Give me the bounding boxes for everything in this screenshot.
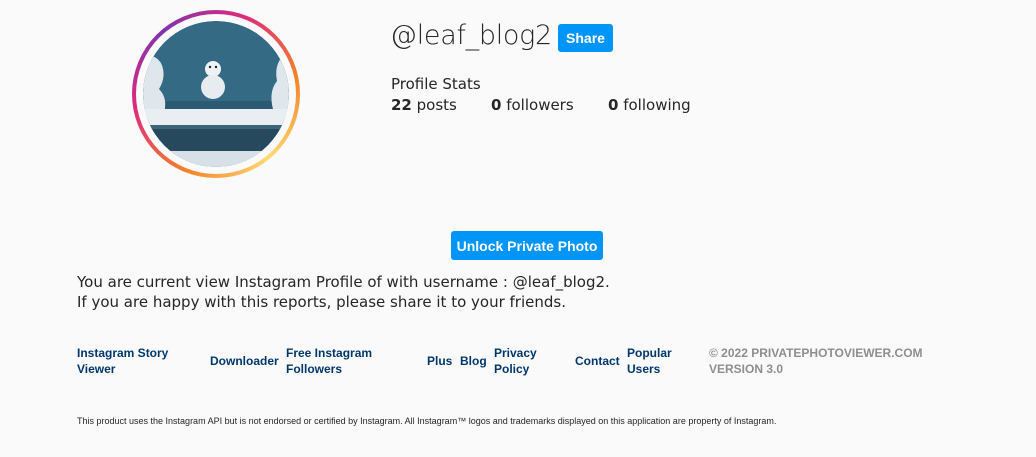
footer-link-privacy-policy[interactable]: Privacy Policy [494,345,544,377]
profile-username: @leaf_blog2 [390,20,552,51]
description-line-2: If you are happy with this reports, plea… [77,293,566,311]
posts-label: posts [416,96,457,114]
footer-link-contact[interactable]: Contact [575,353,620,369]
footer-link-story-viewer[interactable]: Instagram Story Viewer [77,345,177,377]
avatar-frame [136,14,296,174]
footer-link-downloader[interactable]: Downloader [210,353,279,369]
footer-link-plus[interactable]: Plus [427,353,452,369]
footer-link-blog[interactable]: Blog [460,353,487,369]
posts-count: 22 [391,96,412,114]
share-button[interactable]: Share [558,24,613,52]
avatar [143,21,289,167]
followers-count: 0 [491,96,502,114]
stat-posts: 22 posts [391,96,491,114]
footer-disclaimer: This product uses the Instagram API but … [77,416,777,426]
profile-stats: 22 posts 0 followers 0 following [391,96,691,114]
description-line-1: You are current view Instagram Profile o… [77,273,610,291]
profile-page: @leaf_blog2 Share Profile Stats 22 posts… [0,0,1036,457]
following-label: following [623,96,691,114]
avatar-story-ring[interactable] [132,10,300,178]
followers-label: followers [506,96,574,114]
profile-stats-title: Profile Stats [391,75,481,93]
footer-copyright: © 2022 PRIVATEPHOTOVIEWER.COM VERSION 3.… [709,346,923,376]
following-count: 0 [608,96,619,114]
stat-followers: 0 followers [491,96,608,114]
stat-following: 0 following [608,96,691,114]
profile-description: You are current view Instagram Profile o… [77,272,610,312]
unlock-private-photo-button[interactable]: Unlock Private Photo [451,231,603,260]
footer-link-popular-users[interactable]: Popular Users [627,345,677,377]
footer-link-free-followers[interactable]: Free Instagram Followers [286,345,386,377]
